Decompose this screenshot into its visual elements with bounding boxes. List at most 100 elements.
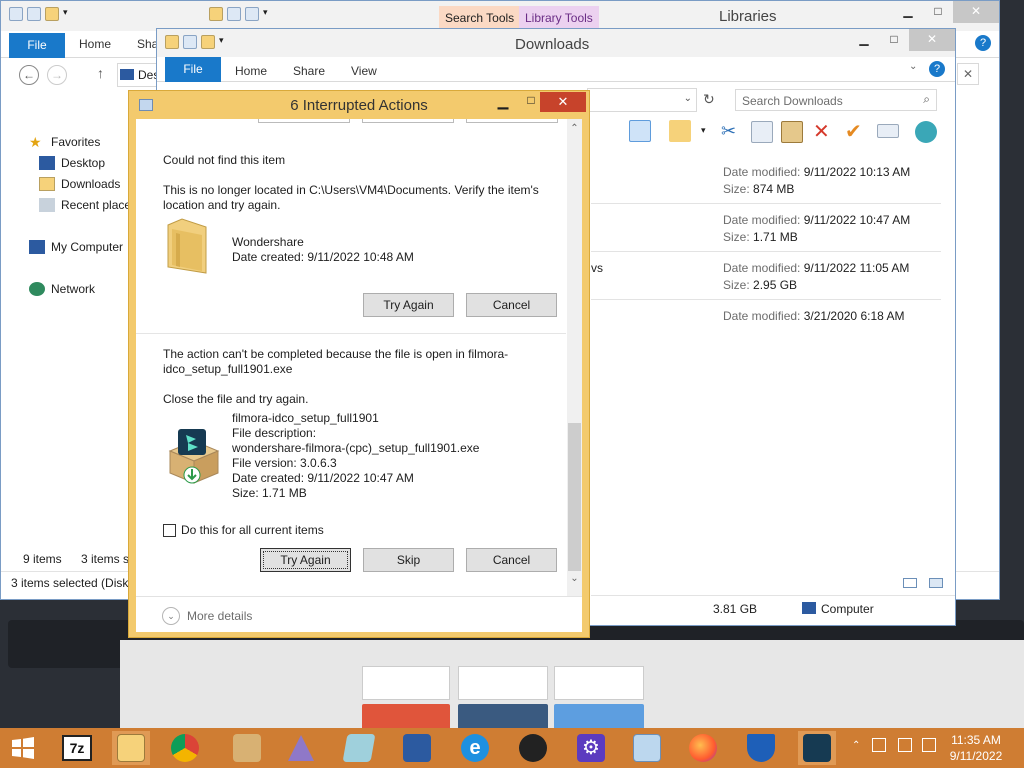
help-icon[interactable]: ? <box>975 35 991 51</box>
tab-file[interactable]: File <box>165 57 221 82</box>
nav-my-computer[interactable]: My Computer <box>29 240 123 254</box>
help-icon[interactable]: ? <box>929 61 945 77</box>
paste-icon[interactable] <box>781 121 803 143</box>
taskbar-control-panel[interactable] <box>628 731 666 765</box>
tab-search-tools[interactable]: Search Tools <box>439 6 521 30</box>
taskbar-affinity[interactable] <box>282 731 320 765</box>
action-center-icon[interactable] <box>922 738 936 752</box>
apply-to-all-checkbox[interactable] <box>163 524 176 537</box>
scroll-up-arrow[interactable]: ⌃ <box>567 123 582 139</box>
start-button[interactable] <box>4 731 42 765</box>
scrollbar-thumb[interactable] <box>568 423 581 571</box>
chevron-down-icon[interactable]: ▾ <box>263 7 268 21</box>
nav-recent-places[interactable]: Recent places <box>39 198 137 212</box>
size-value: 1.71 MB <box>753 230 798 244</box>
tab-home[interactable]: Home <box>235 64 267 78</box>
new-folder-icon[interactable] <box>45 7 59 21</box>
new-folder-icon[interactable] <box>201 35 215 49</box>
volume-muted-icon[interactable] <box>872 738 886 752</box>
tab-home[interactable]: Home <box>79 37 111 51</box>
shell-icon[interactable] <box>915 121 937 143</box>
select-icon[interactable] <box>669 120 691 142</box>
chevron-down-icon[interactable]: ▾ <box>63 7 68 21</box>
previous-item-button-edge <box>362 119 454 123</box>
back-button[interactable]: ← <box>19 65 39 85</box>
date-value: 9/11/2022 10:13 AM <box>803 165 911 179</box>
try-again-button[interactable]: Try Again <box>260 548 351 572</box>
taskbar-notepad[interactable] <box>340 731 378 765</box>
address-bar[interactable]: Des <box>117 63 159 87</box>
nav-label: Favorites <box>51 135 101 149</box>
close-button[interactable]: ✕ <box>540 92 586 112</box>
tab-view[interactable]: View <box>351 64 377 78</box>
taskbar-computer[interactable] <box>398 731 436 765</box>
copy-icon[interactable] <box>751 121 773 143</box>
nav-network[interactable]: Network <box>29 282 95 296</box>
more-details-link[interactable]: More details <box>187 609 252 624</box>
close-button[interactable]: ✕ <box>953 1 999 23</box>
item-message: The action can't be completed because th… <box>163 347 509 376</box>
details-view-icon[interactable] <box>903 578 917 588</box>
cancel-button[interactable]: Cancel <box>466 548 557 572</box>
davinci-icon <box>519 734 547 762</box>
taskbar-firefox[interactable] <box>684 731 722 765</box>
properties-icon[interactable] <box>227 7 241 21</box>
item-date-created: Date created: 9/11/2022 10:47 AM <box>232 471 414 485</box>
try-again-button[interactable]: Try Again <box>363 293 454 317</box>
search-input[interactable]: Search Downloads ⌕ <box>735 89 937 111</box>
minimize-button[interactable]: ▁ <box>849 29 879 51</box>
taskbar-internet-explorer[interactable]: e <box>456 731 494 765</box>
close-search-button[interactable]: ✕ <box>957 63 979 85</box>
new-folder-icon[interactable] <box>245 7 259 21</box>
delete-icon[interactable]: ✕ <box>813 119 830 144</box>
minimize-button[interactable]: ▁ <box>489 93 517 113</box>
file-date: Date modified: 9/11/2022 11:05 AM <box>723 261 909 275</box>
chevron-down-icon[interactable]: ⌄ <box>684 93 692 104</box>
address-bar[interactable]: ⌄ <box>587 88 697 112</box>
cancel-button[interactable]: Cancel <box>466 293 557 317</box>
tab-file[interactable]: File <box>9 33 65 58</box>
close-button[interactable]: ✕ <box>909 29 955 51</box>
taskbar-7zip[interactable]: 7z <box>58 731 96 765</box>
preview-pane-icon[interactable] <box>629 120 651 142</box>
tab-library-tools[interactable]: Library Tools <box>519 6 599 30</box>
network-icon[interactable] <box>898 738 912 752</box>
nav-desktop[interactable]: Desktop <box>39 156 105 170</box>
tab-share[interactable]: Share <box>293 64 325 78</box>
taskbar-chrome[interactable] <box>166 731 204 765</box>
computer-icon[interactable] <box>9 7 23 21</box>
minimize-button[interactable]: ▁ <box>893 1 923 23</box>
taskbar-settings[interactable]: ⚙ <box>572 731 610 765</box>
show-hidden-icons[interactable]: ⌃ <box>852 740 860 751</box>
taskbar-defender[interactable] <box>742 731 780 765</box>
forward-button[interactable]: → <box>47 65 67 85</box>
taskbar-file-explorer[interactable] <box>112 731 150 765</box>
taskbar-installer[interactable] <box>228 731 266 765</box>
cut-icon[interactable]: ✂ <box>721 121 736 142</box>
properties-icon[interactable] <box>183 35 197 49</box>
scroll-down-arrow[interactable]: ⌄ <box>567 573 582 589</box>
large-icons-view-icon[interactable] <box>929 578 943 588</box>
maximize-button[interactable]: □ <box>923 1 953 23</box>
chevron-down-icon[interactable]: ▾ <box>701 125 706 136</box>
chevron-down-icon[interactable]: ▾ <box>219 35 224 49</box>
clock[interactable]: 11:35 AM 9/11/2022 <box>936 732 1016 764</box>
rename-icon[interactable] <box>877 124 899 138</box>
date-label: Date modified: <box>723 309 801 323</box>
refresh-icon[interactable]: ↻ <box>703 91 715 108</box>
chevron-down-icon[interactable]: ⌄ <box>162 607 180 625</box>
nav-favorites[interactable]: ★ Favorites <box>29 135 100 149</box>
nav-downloads[interactable]: Downloads <box>39 177 120 191</box>
folder-icon[interactable] <box>209 7 223 21</box>
taskbar-davinci[interactable] <box>514 731 552 765</box>
folder-download-icon[interactable] <box>165 35 179 49</box>
properties-icon[interactable] <box>27 7 41 21</box>
up-button[interactable]: ↑ <box>97 65 104 81</box>
date-label: Date modified: <box>723 213 801 227</box>
chevron-down-icon[interactable]: ⌄ <box>909 61 917 72</box>
skip-button[interactable]: Skip <box>363 548 454 572</box>
maximize-button[interactable]: □ <box>879 29 909 51</box>
taskbar-filmora[interactable] <box>798 731 836 765</box>
checkmark-icon[interactable]: ✔ <box>845 119 862 144</box>
search-icon[interactable]: ⌕ <box>923 92 930 107</box>
